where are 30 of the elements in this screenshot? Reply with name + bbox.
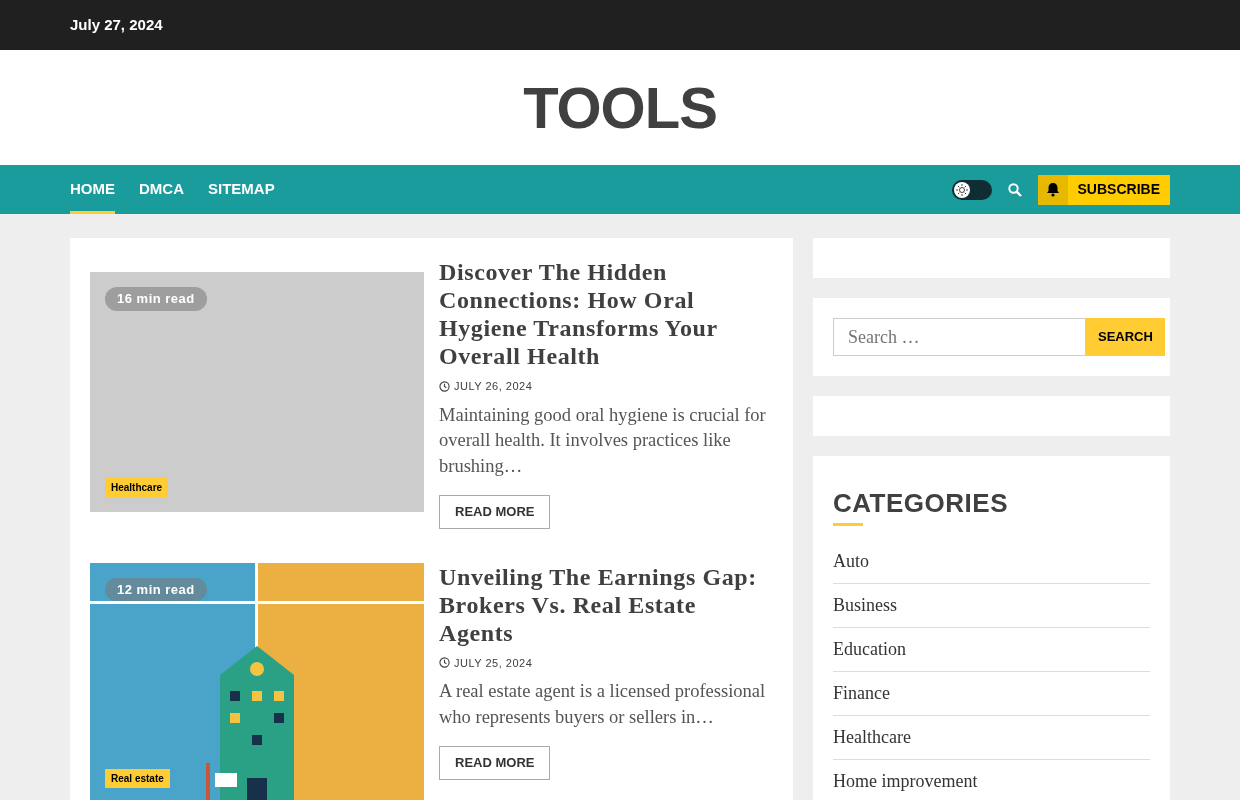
post-title[interactable]: Unveiling The Earnings Gap: Brokers Vs. Real Estate Agents (439, 562, 773, 647)
read-time-badge: 12 min read (105, 577, 207, 601)
sun-icon (953, 181, 970, 198)
clock-icon (439, 380, 450, 392)
category-link[interactable]: Auto (833, 551, 869, 571)
post-date: JULY 25, 2024 (454, 655, 533, 671)
category-tag[interactable]: Healthcare (105, 478, 169, 497)
widget-heading: CATEGORIES (833, 487, 1009, 520)
date-text: July 27, 2024 (70, 16, 163, 33)
post-excerpt: A real estate agent is a licensed professional who represents buyers or sellers in… (439, 680, 767, 729)
category-tag[interactable]: Real estate (105, 768, 170, 788)
subscribe-button[interactable]: SUBSCRIBE (1037, 174, 1170, 205)
read-time-badge: 16 min read (105, 287, 207, 311)
clock-icon (439, 657, 450, 669)
search-field[interactable]: Search … (833, 318, 1086, 356)
post-title[interactable]: Discover The Hidden Connections: How Oral Hygiene Transforms Your Overall Health (439, 258, 773, 370)
site-title[interactable]: TOOLS (523, 64, 717, 151)
bell-icon (1045, 182, 1060, 197)
post-excerpt: Maintaining good oral hygiene is crucial for overall health. It involves practices like brushing… (439, 403, 767, 478)
search-icon[interactable] (1007, 182, 1022, 197)
category-link[interactable]: Finance (833, 683, 890, 703)
read-more-button[interactable]: READ MORE (439, 495, 551, 529)
post-date: JULY 26, 2024 (454, 379, 533, 394)
category-link[interactable]: Business (833, 595, 897, 615)
category-link[interactable]: Healthcare (833, 727, 911, 747)
search-button[interactable]: SEARCH (1086, 318, 1165, 356)
category-link[interactable]: Home improvement (833, 771, 978, 791)
theme-toggle[interactable] (951, 179, 992, 200)
read-more-button[interactable]: READ MORE (439, 746, 551, 780)
category-link[interactable]: Education (833, 639, 906, 659)
